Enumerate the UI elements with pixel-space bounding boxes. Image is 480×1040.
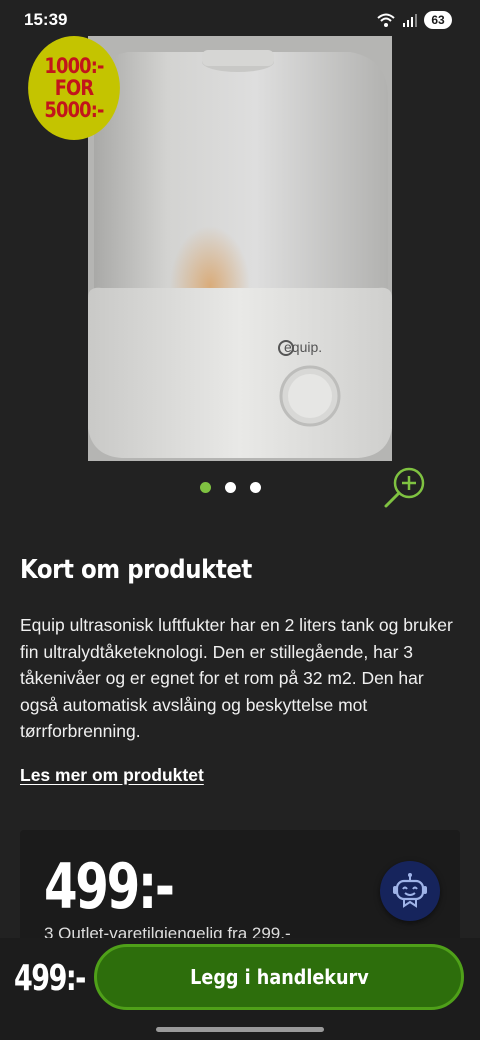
add-to-cart-label: Legg i handlekurv (189, 965, 369, 989)
status-bar: 15:39 63 (0, 0, 480, 40)
promo-line-2: FOR (54, 76, 94, 100)
carousel-dots (200, 482, 261, 493)
product-price: 499:- (44, 850, 175, 923)
product-description: Equip ultrasonisk luftfukter har en 2 li… (20, 615, 453, 741)
section-title: Kort om produktet (20, 555, 252, 585)
add-to-cart-button[interactable]: Legg i handlekurv (94, 944, 464, 1010)
promo-line-3: 5000:- (44, 98, 104, 122)
product-image[interactable]: equip. (88, 36, 392, 461)
status-icons: 63 (376, 11, 452, 29)
promo-badge: 1000:- FOR 5000:- (28, 36, 120, 140)
status-time: 15:39 (24, 10, 68, 29)
bottom-price: 499:- (14, 958, 86, 999)
carousel-dot-1[interactable] (200, 482, 211, 493)
robot-icon (393, 873, 427, 908)
humidifier-illustration: equip. (88, 50, 392, 458)
read-more-link[interactable]: Les mer om produktet (20, 765, 204, 786)
home-indicator[interactable] (156, 1027, 324, 1032)
wifi-icon (377, 13, 395, 27)
zoom-in-icon (384, 467, 425, 508)
chat-bot-button[interactable] (380, 861, 440, 921)
carousel-dot-3[interactable] (250, 482, 261, 493)
zoom-button[interactable] (382, 464, 428, 510)
signal-icon (403, 14, 417, 27)
carousel-dot-2[interactable] (225, 482, 236, 493)
battery-indicator: 63 (424, 11, 452, 29)
promo-line-1: 1000:- (44, 54, 104, 78)
